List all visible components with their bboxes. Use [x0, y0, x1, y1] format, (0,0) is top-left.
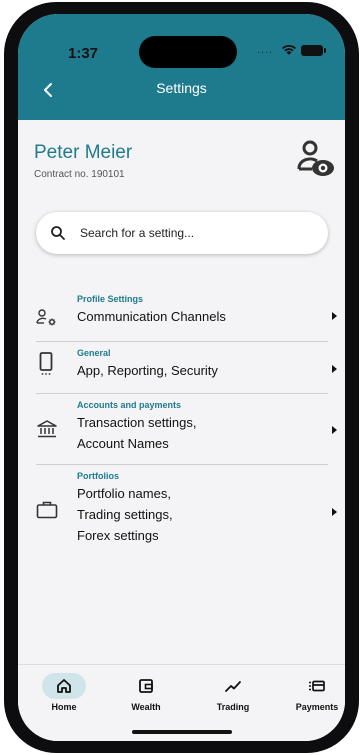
- payments-icon: [309, 680, 325, 692]
- settings-label-line: Portfolio names,: [77, 486, 171, 501]
- settings-label: Portfolio names, Trading settings, Forex…: [77, 483, 307, 546]
- dynamic-island: [139, 36, 237, 68]
- bank-icon: [37, 420, 57, 438]
- tab-label: Wealth: [131, 702, 161, 712]
- search-input[interactable]: [78, 225, 298, 241]
- settings-category: Accounts and payments: [77, 400, 182, 410]
- tab-label: Payments: [295, 702, 339, 712]
- tab-label: Trading: [216, 702, 250, 712]
- screen: 1:37 .... Settings Peter Meier Contract …: [18, 14, 345, 741]
- profile-settings-icon: [36, 309, 56, 326]
- tab-wealth[interactable]: Wealth: [111, 673, 181, 712]
- settings-label: Communication Channels: [77, 309, 226, 324]
- settings-category: Profile Settings: [77, 294, 144, 304]
- trend-icon: [225, 681, 241, 692]
- caret-right-icon: [332, 312, 337, 320]
- tab-icon-container: [111, 673, 181, 699]
- caret-right-icon: [332, 365, 337, 373]
- settings-row-portfolios[interactable]: Portfolios Portfolio names, Trading sett…: [18, 465, 345, 565]
- settings-row-accounts[interactable]: Accounts and payments Transaction settin…: [18, 394, 345, 465]
- briefcase-icon: [36, 501, 58, 519]
- tab-label: Home: [51, 702, 77, 712]
- tab-trading[interactable]: Trading: [198, 673, 268, 712]
- tab-icon-container: [198, 673, 268, 699]
- settings-label-line: Forex settings: [77, 528, 159, 543]
- settings-label-line: Account Names: [77, 436, 169, 451]
- search-bar[interactable]: [36, 212, 328, 254]
- signal-icon: ....: [257, 44, 274, 56]
- settings-row-text: Portfolios Portfolio names, Trading sett…: [77, 471, 307, 546]
- active-tab-indicator: [42, 673, 86, 699]
- wifi-icon: [282, 44, 296, 55]
- home-indicator: [132, 730, 232, 734]
- battery-icon: [301, 45, 326, 56]
- settings-row-text: General App, Reporting, Security: [77, 348, 307, 381]
- tab-icon-container: [282, 673, 345, 699]
- app-header: 1:37 .... Settings: [18, 14, 345, 120]
- tab-icon-container: [29, 673, 99, 699]
- user-name: Peter Meier: [34, 142, 133, 163]
- home-icon: [57, 679, 71, 693]
- settings-label-line: Transaction settings,: [77, 415, 197, 430]
- settings-row-profile[interactable]: Profile Settings Communication Channels: [18, 288, 345, 342]
- settings-row-general[interactable]: General App, Reporting, Security: [18, 342, 345, 394]
- settings-row-text: Accounts and payments Transaction settin…: [77, 400, 307, 454]
- settings-category: Portfolios: [77, 471, 119, 481]
- status-time: 1:37: [68, 45, 99, 62]
- contract-number: Contract no. 190101: [34, 169, 125, 180]
- settings-category: General: [77, 348, 111, 358]
- profile-view-icon[interactable]: [296, 138, 336, 182]
- smartphone-icon: [39, 352, 53, 375]
- settings-label-line: Trading settings,: [77, 507, 173, 522]
- caret-right-icon: [332, 508, 337, 516]
- caret-right-icon: [332, 426, 337, 434]
- phone-frame: 1:37 .... Settings Peter Meier Contract …: [4, 2, 359, 753]
- settings-label: App, Reporting, Security: [77, 363, 218, 378]
- settings-list: Profile Settings Communication Channels …: [18, 288, 345, 565]
- tab-home[interactable]: Home: [29, 673, 99, 712]
- tab-payments[interactable]: Payments: [282, 673, 345, 712]
- wallet-icon: [139, 679, 153, 693]
- search-icon: [51, 226, 65, 240]
- settings-label: Transaction settings, Account Names: [77, 412, 307, 454]
- page-title: Settings: [156, 80, 207, 96]
- settings-row-text: Profile Settings Communication Channels: [77, 294, 307, 327]
